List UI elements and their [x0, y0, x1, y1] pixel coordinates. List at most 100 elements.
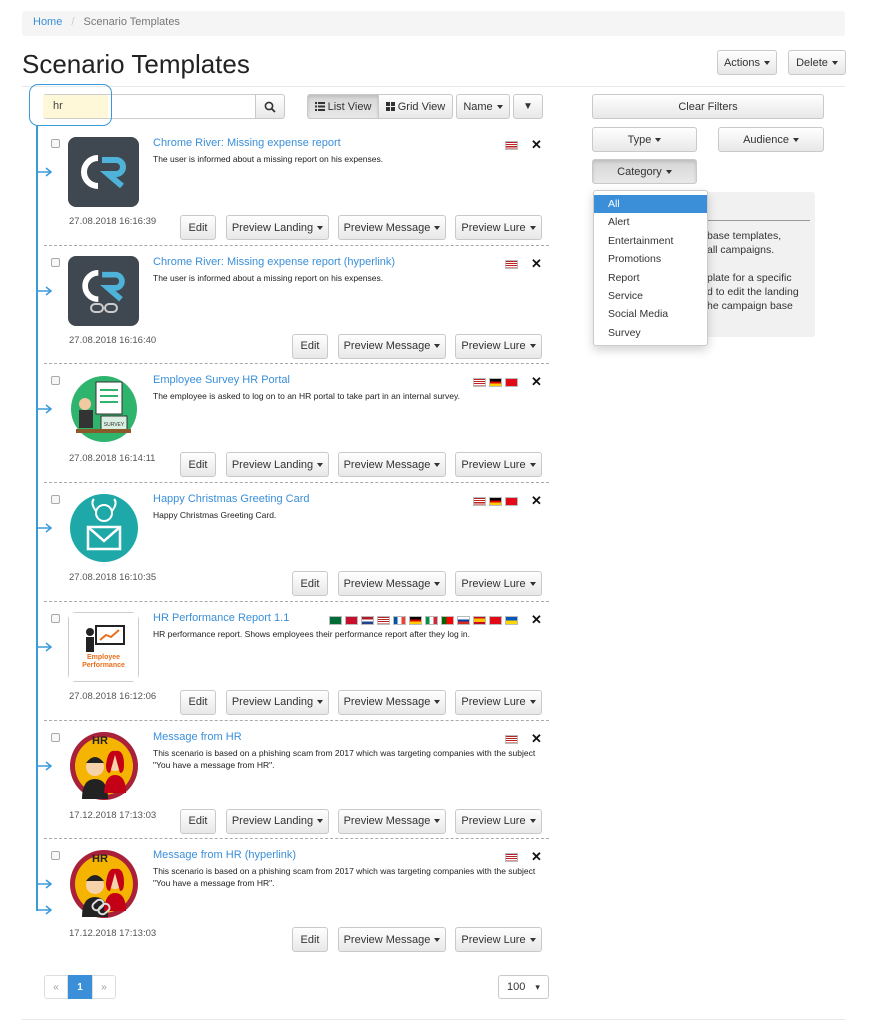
- page-size-select[interactable]: 100 ▾: [498, 975, 549, 999]
- search-button[interactable]: [255, 94, 285, 119]
- chrome-river-logo-icon: [80, 155, 126, 189]
- preview-lure-button[interactable]: Preview Lure: [455, 689, 542, 715]
- edit-button[interactable]: Edit: [180, 452, 216, 478]
- flag-us-icon: [505, 853, 518, 863]
- category-option-alert[interactable]: Alert: [594, 213, 707, 231]
- remove-icon[interactable]: ✕: [531, 613, 542, 626]
- flag-nl-icon: [361, 615, 374, 625]
- preview-message-button[interactable]: Preview Message: [338, 452, 446, 478]
- category-option-service[interactable]: Service: [594, 287, 707, 305]
- preview-message-button[interactable]: Preview Message: [338, 927, 446, 953]
- preview-lure-button[interactable]: Preview Lure: [455, 927, 542, 953]
- search-icon: [264, 101, 276, 113]
- page-size-value: 100: [507, 981, 526, 993]
- breadcrumb: Home / Scenario Templates: [22, 11, 845, 36]
- row-select-checkbox[interactable]: [51, 257, 60, 267]
- actions-button[interactable]: Actions: [717, 50, 777, 75]
- flag-us-icon: [505, 259, 518, 269]
- caret-down-icon: [317, 225, 324, 230]
- page-title: Scenario Templates: [22, 49, 250, 79]
- edit-button[interactable]: Edit: [292, 571, 328, 597]
- audience-filter-button[interactable]: Audience: [718, 127, 824, 152]
- edit-button[interactable]: Edit: [292, 333, 328, 359]
- footer-divider: [22, 1019, 845, 1020]
- row-divider: [44, 600, 549, 602]
- preview-message-button[interactable]: Preview Message: [338, 808, 446, 834]
- template-date: 27.08.2018 16:16:40: [69, 334, 157, 346]
- thumb-caption: HR: [92, 853, 108, 866]
- edit-label: Edit: [188, 458, 208, 471]
- preview-message-button[interactable]: Preview Message: [338, 215, 446, 240]
- remove-icon[interactable]: ✕: [531, 850, 542, 863]
- row-divider: [44, 244, 549, 246]
- template-title-link[interactable]: Chrome River: Missing expense report (hy…: [153, 256, 395, 268]
- list-view-label: List View: [327, 100, 372, 113]
- info-line: all campaigns.: [707, 244, 775, 256]
- remove-icon[interactable]: ✕: [531, 494, 542, 507]
- pagination-next[interactable]: »: [92, 975, 116, 999]
- language-flags: [473, 378, 518, 388]
- remove-icon[interactable]: ✕: [531, 375, 542, 388]
- preview-message-button[interactable]: Preview Message: [338, 571, 446, 597]
- remove-icon[interactable]: ✕: [531, 257, 542, 270]
- row-select-checkbox[interactable]: [51, 376, 60, 386]
- delete-button-label: Delete: [796, 56, 828, 69]
- edit-button[interactable]: Edit: [180, 808, 216, 834]
- template-description: This scenario is based on a phishing sca…: [153, 866, 536, 889]
- filter-icon: ▼: [523, 101, 533, 112]
- edit-button[interactable]: Edit: [292, 927, 328, 953]
- template-thumbnail: [68, 137, 139, 207]
- category-filter-button[interactable]: Category: [592, 159, 697, 184]
- row-select-checkbox[interactable]: [51, 851, 60, 861]
- preview-message-button[interactable]: Preview Message: [338, 333, 446, 359]
- delete-button[interactable]: Delete: [788, 50, 846, 75]
- pagination-prev[interactable]: «: [44, 975, 68, 999]
- preview-lure-button[interactable]: Preview Lure: [455, 808, 542, 834]
- category-option-survey[interactable]: Survey: [594, 324, 707, 342]
- grid-view-button[interactable]: Grid View: [378, 94, 453, 119]
- preview-landing-button[interactable]: Preview Landing: [226, 215, 329, 240]
- category-option-report[interactable]: Report: [594, 269, 707, 287]
- template-title-link[interactable]: Message from HR: [153, 731, 242, 743]
- category-filter-label: Category: [617, 165, 662, 178]
- template-description: This scenario is based on a phishing sca…: [153, 747, 536, 770]
- template-title-link[interactable]: Employee Survey HR Portal: [153, 374, 290, 386]
- edit-button[interactable]: Edit: [180, 215, 216, 240]
- row-select-checkbox[interactable]: [51, 732, 60, 742]
- preview-landing-button[interactable]: Preview Landing: [226, 689, 329, 715]
- filter-toggle-button[interactable]: ▼: [513, 94, 543, 119]
- clear-filters-button[interactable]: Clear Filters: [592, 94, 824, 119]
- preview-lure-button[interactable]: Preview Lure: [455, 571, 542, 597]
- template-title-link[interactable]: Chrome River: Missing expense report: [153, 137, 341, 149]
- preview-lure-button[interactable]: Preview Lure: [455, 333, 542, 359]
- row-select-checkbox[interactable]: [51, 139, 60, 148]
- preview-message-button[interactable]: Preview Message: [338, 689, 446, 715]
- pagination-page-1[interactable]: 1: [68, 975, 92, 999]
- preview-landing-label: Preview Landing: [231, 696, 314, 709]
- type-filter-button[interactable]: Type: [592, 127, 697, 152]
- preview-lure-button[interactable]: Preview Lure: [455, 215, 542, 240]
- breadcrumb-home-link[interactable]: Home: [33, 16, 62, 28]
- annotation-arrow: [37, 905, 53, 915]
- row-select-checkbox[interactable]: [51, 495, 60, 505]
- clear-filters-label: Clear Filters: [678, 100, 738, 113]
- preview-lure-button[interactable]: Preview Lure: [455, 452, 542, 478]
- remove-icon[interactable]: ✕: [531, 138, 542, 151]
- preview-message-label: Preview Message: [343, 221, 431, 234]
- preview-landing-button[interactable]: Preview Landing: [226, 808, 329, 834]
- template-title-link[interactable]: HR Performance Report 1.1: [153, 612, 289, 624]
- category-option-all[interactable]: All: [594, 195, 707, 214]
- category-option-promotions[interactable]: Promotions: [594, 250, 707, 268]
- list-view-button[interactable]: List View: [307, 94, 379, 119]
- preview-landing-button[interactable]: Preview Landing: [226, 452, 329, 478]
- category-option-social-media[interactable]: Social Media: [594, 305, 707, 323]
- flag-de-icon: [489, 378, 502, 388]
- sort-name-button[interactable]: Name: [456, 94, 510, 119]
- remove-icon[interactable]: ✕: [531, 732, 542, 745]
- category-option-entertainment[interactable]: Entertainment: [594, 232, 707, 250]
- template-title-link[interactable]: Message from HR (hyperlink): [153, 849, 296, 861]
- edit-button[interactable]: Edit: [180, 689, 216, 715]
- template-title-link[interactable]: Happy Christmas Greeting Card: [153, 493, 310, 505]
- edit-label: Edit: [188, 696, 208, 709]
- row-select-checkbox[interactable]: [51, 613, 60, 623]
